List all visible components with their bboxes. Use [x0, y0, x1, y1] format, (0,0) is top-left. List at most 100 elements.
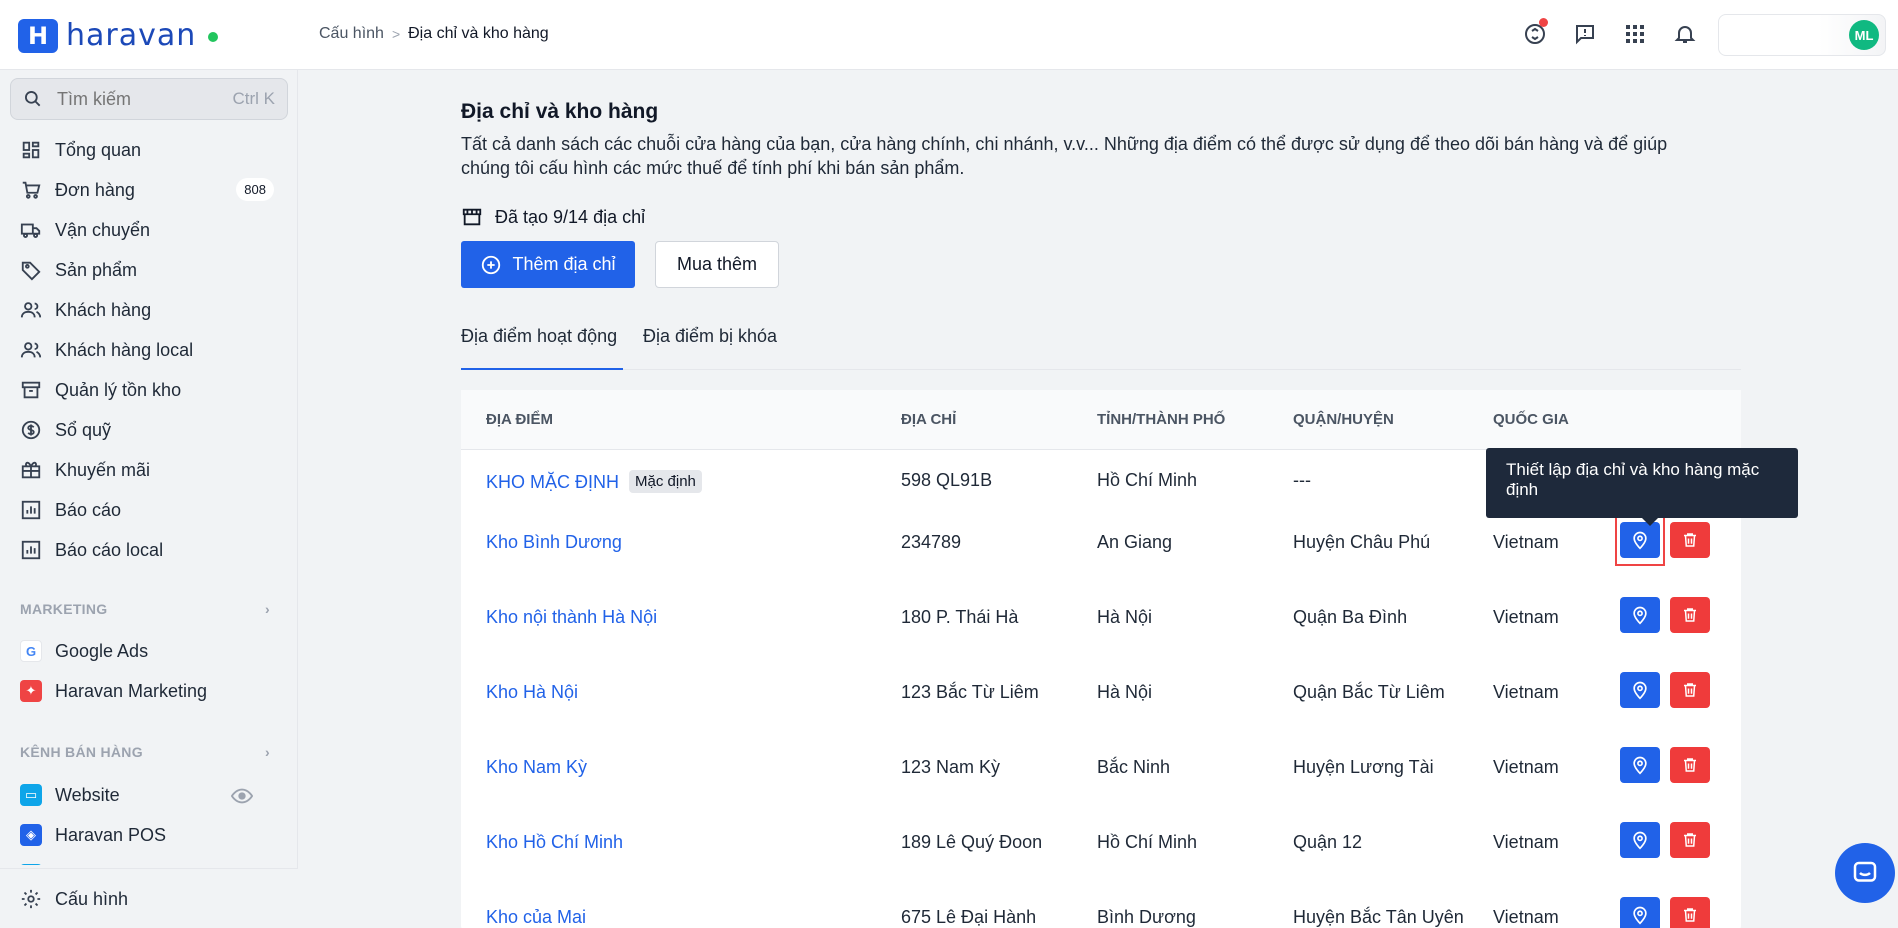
province-cell: Hồ Chí Minh: [1097, 832, 1198, 852]
column-header-address: ĐỊA CHỈ: [901, 411, 957, 428]
sidebar-item-label: Tổng quan: [55, 139, 142, 160]
apps-grid-icon[interactable]: [1622, 18, 1648, 50]
page-description: Tất cả danh sách các chuỗi cửa hàng của …: [461, 134, 1668, 178]
sidebar-item-label: Khách hàng local: [55, 339, 194, 360]
bell-icon[interactable]: [1672, 18, 1698, 50]
eye-icon[interactable]: [231, 785, 253, 807]
set-default-location-button[interactable]: [1620, 597, 1660, 633]
location-name-link[interactable]: Kho nội thành Hà Nội: [486, 607, 657, 628]
sidebar-item-google-ads[interactable]: G Google Ads: [0, 631, 298, 671]
dashboard-icon: [22, 141, 40, 159]
district-cell: ---: [1293, 470, 1311, 490]
chat-widget-button[interactable]: [1835, 843, 1895, 903]
location-name-link[interactable]: Kho Bình Dương: [486, 532, 622, 553]
location-name-link[interactable]: Kho của Mai: [486, 907, 586, 928]
delete-location-button[interactable]: [1670, 672, 1710, 708]
search-input[interactable]: [57, 88, 217, 110]
tab-active-locations[interactable]: Địa điểm hoạt động: [461, 326, 623, 370]
sidebar-item-customers-local[interactable]: Khách hàng local: [0, 330, 298, 370]
country-cell: Vietnam: [1493, 832, 1559, 852]
set-default-location-button[interactable]: [1620, 522, 1660, 558]
breadcrumb-chevron-icon: >: [391, 26, 401, 42]
sales-channel-section-header[interactable]: KÊNH BÁN HÀNG ›: [20, 744, 270, 760]
marketing-section-header[interactable]: MARKETING ›: [20, 601, 270, 617]
notification-dot: [1539, 18, 1548, 27]
sidebar-item-website[interactable]: ▭ Website: [0, 775, 298, 815]
main-nav: Tổng quan Đơn hàng 808 Vận chuyển Sản ph…: [0, 130, 298, 570]
haravan-logo[interactable]: haravan: [18, 18, 219, 53]
sidebar-item-promotions[interactable]: Khuyến mãi: [0, 450, 298, 490]
address-cell: 234789: [901, 532, 962, 552]
address-cell: 123 Bắc Từ Liêm: [901, 682, 1039, 702]
tab-locked-locations[interactable]: Địa điểm bị khóa: [643, 326, 777, 370]
chart-icon: [21, 500, 41, 520]
breadcrumb-parent[interactable]: Cấu hình: [319, 25, 384, 43]
chevron-right-icon: ›: [265, 601, 270, 617]
sidebar-item-reports-local[interactable]: Báo cáo local: [0, 530, 298, 570]
address-cell: 123 Nam Kỳ: [901, 757, 1001, 777]
sidebar-item-label: Vận chuyển: [55, 219, 151, 240]
delete-location-button[interactable]: [1670, 522, 1710, 558]
sales-heading: KÊNH BÁN HÀNG: [20, 744, 143, 760]
sidebar-footer: Cấu hình: [0, 868, 298, 928]
tag-icon: [21, 261, 41, 281]
marketing-heading: MARKETING: [20, 601, 108, 617]
sidebar-item-products[interactable]: Sản phẩm: [0, 250, 298, 290]
sidebar-item-overview[interactable]: Tổng quan: [0, 130, 298, 170]
breadcrumb: Cấu hình > Địa chỉ và kho hàng: [319, 25, 549, 43]
delete-location-button[interactable]: [1670, 747, 1710, 783]
table-header: ĐỊA ĐIỂM ĐỊA CHỈ TỈNH/THÀNH PHỐ QUẬN/HUY…: [461, 390, 1741, 450]
set-default-location-button[interactable]: [1620, 897, 1660, 928]
trash-icon: [1684, 683, 1696, 697]
country-cell: Vietnam: [1493, 532, 1559, 552]
delete-location-button[interactable]: [1670, 597, 1710, 633]
sidebar-item-partial[interactable]: [0, 855, 298, 865]
set-default-location-button[interactable]: [1620, 822, 1660, 858]
sidebar-item-shipping[interactable]: Vận chuyển: [0, 210, 298, 250]
sidebar-item-haravan-pos[interactable]: ◈ Haravan POS: [0, 815, 298, 855]
map-pin-icon: [1633, 531, 1647, 550]
online-status-dot: [208, 31, 219, 42]
haravan-marketing-icon: ✦: [20, 680, 42, 702]
location-tabs: Địa điểm hoạt động Địa điểm bị khóa: [461, 326, 1741, 370]
feedback-icon[interactable]: [1572, 18, 1598, 50]
province-cell: Hồ Chí Minh: [1097, 470, 1198, 490]
haravan-logo-icon: [18, 18, 58, 53]
sidebar-item-inventory[interactable]: Quản lý tồn kho: [0, 370, 298, 410]
sync-icon[interactable]: [1522, 18, 1548, 50]
sidebar-item-label: Cấu hình: [55, 888, 129, 909]
set-default-location-button[interactable]: [1620, 672, 1660, 708]
district-cell: Quận 12: [1293, 832, 1363, 852]
location-name-link[interactable]: Kho Hà Nội: [486, 682, 578, 703]
province-cell: Hà Nội: [1097, 682, 1153, 702]
province-cell: Bình Dương: [1097, 907, 1196, 927]
app-icon: [20, 864, 42, 865]
trash-icon: [1684, 608, 1696, 622]
sidebar-item-cashbook[interactable]: Sổ quỹ: [0, 410, 298, 450]
search-box[interactable]: Ctrl K: [10, 78, 288, 120]
sidebar-item-label: Website: [55, 784, 120, 805]
buy-more-button[interactable]: Mua thêm: [655, 241, 779, 288]
location-name-link[interactable]: Kho Hồ Chí Minh: [486, 832, 623, 853]
sidebar-item-orders[interactable]: Đơn hàng 808: [0, 170, 298, 210]
add-address-button[interactable]: Thêm địa chỉ: [461, 241, 635, 288]
user-menu[interactable]: ML: [1718, 14, 1886, 56]
sidebar: Ctrl K Tổng quan Đơn hàng 808 Vận chuyển…: [0, 70, 298, 928]
delete-location-button[interactable]: [1670, 897, 1710, 928]
location-name-link[interactable]: KHO MẶC ĐỊNH Mặc định: [486, 470, 702, 493]
location-name-link[interactable]: Kho Nam Kỳ: [486, 757, 587, 778]
sidebar-item-label: Khách hàng: [55, 299, 152, 320]
sidebar-item-reports[interactable]: Báo cáo: [0, 490, 298, 530]
sidebar-item-label: Báo cáo local: [55, 539, 164, 560]
delete-location-button[interactable]: [1670, 822, 1710, 858]
sidebar-item-settings[interactable]: Cấu hình: [0, 879, 298, 919]
sidebar-item-haravan-marketing[interactable]: ✦ Haravan Marketing: [0, 671, 298, 711]
trash-icon: [1684, 533, 1696, 547]
sidebar-item-customers[interactable]: Khách hàng: [0, 290, 298, 330]
country-cell: Vietnam: [1493, 907, 1559, 927]
district-cell: Huyện Bắc Tân Uyên: [1293, 907, 1464, 927]
search-shortcut: Ctrl K: [232, 89, 276, 108]
set-default-location-button[interactable]: [1620, 747, 1660, 783]
district-cell: Quận Ba Đình: [1293, 607, 1408, 627]
address-cell: 598 QL91B: [901, 470, 993, 490]
